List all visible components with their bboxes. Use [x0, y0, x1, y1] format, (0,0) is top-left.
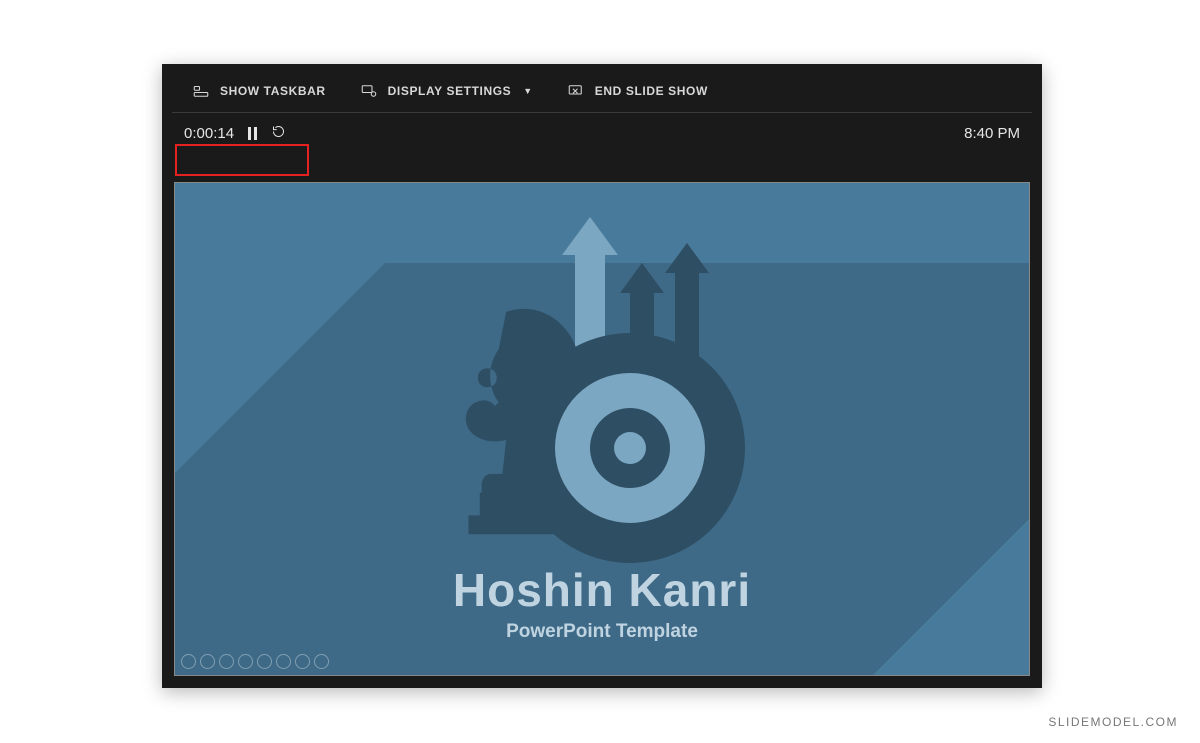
display-settings-icon — [360, 82, 378, 100]
show-taskbar-button[interactable]: SHOW TASKBAR — [192, 82, 326, 100]
presenter-view-window: SHOW TASKBAR DISPLAY SETTINGS ▼ END SLID… — [162, 64, 1042, 688]
taskbar-icon — [192, 82, 210, 100]
display-settings-label: DISPLAY SETTINGS — [388, 84, 512, 98]
target-icon — [515, 333, 745, 563]
pause-button[interactable] — [248, 127, 257, 140]
end-slide-show-button[interactable]: END SLIDE SHOW — [567, 82, 708, 100]
end-slide-show-label: END SLIDE SHOW — [595, 84, 708, 98]
slide-mini-controls[interactable] — [181, 654, 329, 669]
timer-row: 0:00:14 8:40 PM — [162, 113, 1042, 153]
credit-watermark: SLIDEMODEL.COM — [1048, 715, 1178, 729]
elapsed-time: 0:00:14 — [184, 125, 234, 142]
presenter-toolbar: SHOW TASKBAR DISPLAY SETTINGS ▼ END SLID… — [172, 70, 1032, 113]
reset-timer-button[interactable] — [271, 124, 286, 143]
dropdown-arrow-icon: ▼ — [523, 86, 533, 96]
slide-canvas: Hoshin Kanri PowerPoint Template — [175, 183, 1029, 675]
slide-title: Hoshin Kanri — [175, 563, 1029, 617]
slide-preview[interactable]: Hoshin Kanri PowerPoint Template — [174, 182, 1030, 676]
slide-subtitle: PowerPoint Template — [175, 621, 1029, 643]
end-show-icon — [567, 82, 585, 100]
current-time: 8:40 PM — [964, 125, 1020, 142]
display-settings-button[interactable]: DISPLAY SETTINGS ▼ — [360, 82, 533, 100]
show-taskbar-label: SHOW TASKBAR — [220, 84, 326, 98]
timer-controls: 0:00:14 — [184, 124, 286, 143]
